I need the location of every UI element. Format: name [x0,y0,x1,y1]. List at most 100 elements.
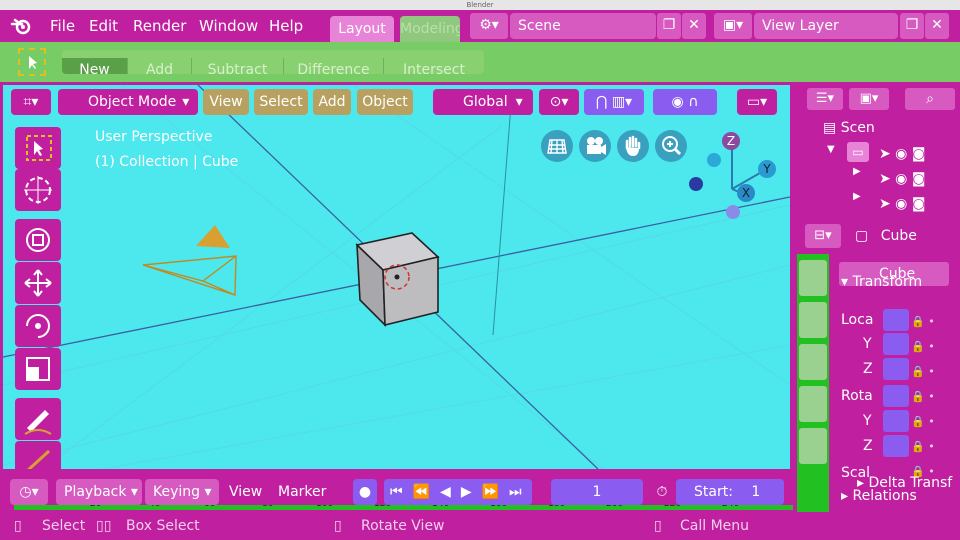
timeline-menu-marker[interactable]: Marker [278,479,326,505]
playback-dropdown[interactable]: Playback ▾ [56,479,142,505]
ruler-tick: 180 [548,505,565,509]
play-reverse-icon[interactable]: ◀ [440,484,461,500]
keying-dropdown[interactable]: Keying ▾ [145,479,219,505]
menu-help[interactable]: Help [269,10,303,42]
object-mode-dropdown[interactable]: Object Mode ▾ [58,89,198,115]
tab-layout[interactable]: Layout [330,16,394,42]
outliner-search-icon[interactable]: ⌕ [905,88,955,110]
snap-icon[interactable]: ⋂ ▥▾ [584,89,644,115]
annotate-tool[interactable] [15,398,61,440]
menu-render[interactable]: Render [133,10,186,42]
toggle-grid-icon[interactable] [541,130,573,162]
view-layer-name-field[interactable]: View Layer [754,13,898,39]
outliner-filter-icon[interactable]: ▣▾ [849,88,889,110]
location-z-field[interactable] [883,358,909,380]
scale-tool[interactable] [15,348,61,390]
select-box-tool[interactable] [15,127,61,169]
start-frame-field[interactable]: Start: 1 [676,479,784,505]
status-bar: ▯ Select ▯▯ Box Select ▯ Rotate View ▯ C… [0,512,960,540]
proportional-edit-icon[interactable]: ◉ ∩ [653,89,717,115]
current-frame-field[interactable]: 1 [551,479,643,505]
scene-name-field[interactable]: Scene [510,13,656,39]
auto-keying-icon[interactable]: ● [353,479,377,505]
ruler-tick: 140 [432,505,449,509]
outliner-scene-row[interactable]: ▤ Scen [823,120,875,136]
outliner-restrict-icons[interactable]: ➤ ◉ ◙ ➤ ◉ ◙ ➤ ◉ ◙ [879,142,925,217]
tool-tab-icon[interactable] [799,260,827,296]
viewport-menu-add[interactable]: Add [313,89,351,115]
cube-row-disclosure-icon[interactable]: ▶ [853,191,861,202]
object-icon: ▢ [855,228,869,244]
render-tab-icon[interactable] [799,302,827,338]
blender-logo-icon[interactable] [10,16,34,36]
menu-edit[interactable]: Edit [89,10,118,42]
transform-tool[interactable] [15,219,61,261]
view-layer-selector-icon[interactable]: ▣▾ [714,13,752,39]
3d-viewport[interactable]: ⌗▾ Object Mode ▾ View Select Add Object G… [0,82,793,472]
playback-controls[interactable]: ⏮⏪◀▶⏩⏭ [384,479,532,505]
prev-keyframe-icon[interactable]: ⏪ [413,484,440,500]
new-button[interactable]: New [62,58,128,74]
scene-tab-icon[interactable] [799,428,827,464]
output-tab-icon[interactable] [799,344,827,380]
rotation-y-field[interactable] [883,410,909,432]
jump-start-icon[interactable]: ⏮ [390,484,413,500]
rotation-x-field[interactable] [883,385,909,407]
subtract-button[interactable]: Subtract [192,58,284,74]
overlays-icon[interactable]: ▭▾ [737,89,777,115]
viewport-menu-select[interactable]: Select [254,89,308,115]
location-x-field[interactable] [883,309,909,331]
play-icon[interactable]: ▶ [461,484,482,500]
pan-view-icon[interactable] [617,130,649,162]
view-layer-tab-icon[interactable] [799,386,827,422]
new-view-layer-icon[interactable]: ❐ [900,13,924,39]
move-tool[interactable] [15,262,61,304]
gizmo-z-label[interactable]: Z [722,132,740,150]
camera-row-disclosure-icon[interactable]: ▶ [853,166,861,177]
pivot-point-icon[interactable]: ⊙▾ [539,89,579,115]
properties-editor-type-icon[interactable]: ⊟▾ [805,224,841,248]
rotation-z-field[interactable] [883,435,909,457]
status-rotate-view: Rotate View [361,518,445,534]
menu-window[interactable]: Window [199,10,258,42]
relations-panel-header[interactable]: ▸ Relations [841,488,917,504]
editor-type-icon[interactable]: ⌗▾ [11,89,51,115]
location-z-label: Z [863,361,873,377]
lock-and-keyframe-icons[interactable]: 🔒 • 🔒 • 🔒 • 🔒 • 🔒 • 🔒 • 🔒 • [911,309,935,484]
delete-view-layer-icon[interactable]: ✕ [925,13,949,39]
collection-disclosure-icon[interactable]: ▼ [827,144,835,155]
jump-end-icon[interactable]: ⏭ [509,484,532,500]
properties-editor: ⊟▾ ▢ Cube Cube ▾ Transform Loca Y Z Rota… [795,222,960,512]
intersect-button[interactable]: Intersect [384,58,484,74]
ruler-tick: 20 [90,505,101,509]
zoom-view-icon[interactable] [655,130,687,162]
viewport-menu-view[interactable]: View [203,89,249,115]
gizmo-x-label[interactable]: X [737,184,755,202]
ruler-tick: 220 [664,505,681,509]
measure-tool[interactable] [15,441,61,469]
menu-file[interactable]: File [50,10,75,42]
camera-view-icon[interactable] [579,130,611,162]
timeline-editor-type-icon[interactable]: ◷▾ [10,479,48,505]
outliner-display-mode-icon[interactable]: ☰▾ [807,88,843,110]
transform-panel-header[interactable]: ▾ Transform [841,274,922,290]
new-scene-icon[interactable]: ❐ [657,13,681,39]
next-keyframe-icon[interactable]: ⏩ [482,484,509,500]
gizmo-y-label[interactable]: Y [758,160,776,178]
viewport-menu-object[interactable]: Object [357,89,413,115]
location-x-label: Loca [841,312,874,328]
add-button[interactable]: Add [128,58,192,74]
select-tool-icon[interactable] [18,48,46,76]
rotate-tool[interactable] [15,305,61,347]
delete-scene-icon[interactable]: ✕ [682,13,706,39]
difference-button[interactable]: Difference [284,58,384,74]
tab-modeling[interactable]: Modeling [400,16,460,42]
preview-range-icon[interactable]: ⏱ [650,479,674,505]
cursor-tool[interactable] [15,169,61,211]
location-y-field[interactable] [883,333,909,355]
transform-panel-title: Transform [852,274,923,290]
scene-selector-icon[interactable]: ⚙▾ [470,13,508,39]
timeline-ruler[interactable]: 20 40 60 80 100 120 140 160 180 200 220 … [14,505,793,510]
orientation-dropdown[interactable]: Global ▾ [433,89,533,115]
timeline-menu-view[interactable]: View [229,479,262,505]
